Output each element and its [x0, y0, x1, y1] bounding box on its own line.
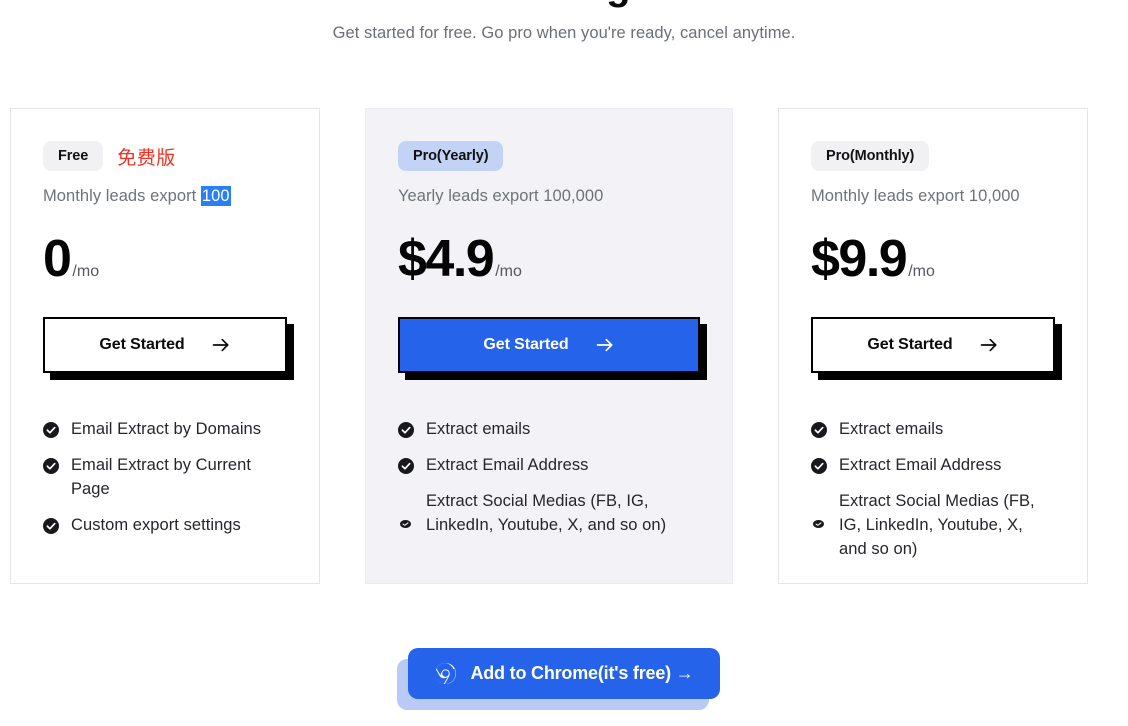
feature-label: Extract emails — [426, 420, 531, 438]
plan-quota: Monthly leads export 100 — [43, 186, 287, 206]
plan-price-amount: 0 — [43, 230, 72, 288]
plan-quota: Yearly leads export 100,000 — [398, 187, 700, 206]
feature-label: Email Extract by Domains — [71, 420, 262, 438]
feature-label: Custom export settings — [71, 516, 241, 534]
plan-price-period: /mo — [908, 263, 935, 280]
list-item: Extract emails — [398, 417, 700, 441]
add-to-chrome-button[interactable]: Add to Chrome(it's free) → — [408, 648, 720, 699]
plan-cta-wrap: Get Started — [43, 317, 287, 373]
arrow-right-icon — [211, 335, 231, 355]
get-started-label: Get Started — [483, 336, 569, 353]
check-circle-icon — [400, 511, 411, 528]
pricing-header: Pricing Get started for free. Go pro whe… — [0, 0, 1128, 43]
plan-badge-row: Pro(Monthly) — [811, 141, 1055, 171]
list-item: Custom export settings — [43, 513, 287, 537]
get-started-button[interactable]: Get Started — [811, 317, 1055, 373]
chrome-icon — [434, 662, 457, 685]
plan-price: 0/mo — [43, 233, 287, 293]
plan-quota-text: Monthly leads export 10,000 — [811, 187, 1020, 205]
list-item: Extract Email Address — [398, 453, 700, 477]
arrow-right-icon — [595, 335, 615, 355]
plan-cta-wrap: Get Started — [398, 317, 700, 373]
page-subtitle: Get started for free. Go pro when you're… — [332, 24, 796, 42]
arrow-right-icon — [979, 335, 999, 355]
check-circle-icon — [811, 457, 827, 474]
get-started-button[interactable]: Get Started — [43, 317, 287, 373]
page-title: Pricing — [0, 0, 1128, 6]
check-circle-icon — [813, 511, 824, 528]
pricing-card-free: Free 免费版 Monthly leads export 100 0/mo Get S… — [10, 108, 320, 584]
plan-badge-cn-label: 免费版 — [117, 147, 176, 169]
plan-badge: Pro(Monthly) — [811, 141, 930, 171]
plan-quota-text: Monthly leads export — [43, 187, 201, 205]
plan-price-period: /mo — [495, 263, 522, 280]
plan-feature-list: Extract emails Extract Email Address Extra… — [811, 417, 1055, 561]
list-item: Extract Social Medias (FB, IG, LinkedIn,… — [811, 489, 1055, 561]
plan-cta-wrap: Get Started — [811, 317, 1055, 373]
plan-quota-selected-text: 100 — [200, 186, 231, 206]
plan-badge-row: Pro(Yearly) — [398, 141, 700, 171]
pricing-card-pro-monthly: Pro(Monthly) Monthly leads export 10,000 $… — [778, 108, 1088, 584]
get-started-label: Get Started — [867, 336, 953, 353]
plan-quota-text: Yearly leads export 100,000 — [398, 187, 604, 205]
plan-price: $9.9/mo — [811, 233, 1055, 293]
plan-feature-list: Email Extract by Domains Email Extract by… — [43, 417, 287, 537]
check-circle-icon — [43, 457, 59, 474]
feature-label: Extract Social Medias (FB, IG, LinkedIn,… — [426, 492, 667, 534]
check-circle-icon — [811, 421, 827, 438]
list-item: Extract Social Medias (FB, IG, LinkedIn,… — [398, 489, 700, 537]
plan-price-period: /mo — [72, 263, 100, 280]
feature-label: Extract Email Address — [426, 456, 589, 474]
bottom-cta-area: Add to Chrome(it's free) → — [0, 648, 1128, 699]
check-circle-icon — [43, 517, 59, 534]
plan-badge: Pro(Yearly) — [398, 141, 504, 171]
feature-label: Extract emails — [839, 420, 944, 438]
plan-quota: Monthly leads export 10,000 — [811, 187, 1055, 206]
plan-badge: Free — [43, 141, 104, 171]
get-started-label: Get Started — [99, 336, 185, 353]
plan-price-amount: $9.9 — [811, 230, 908, 288]
add-to-chrome-label: Add to Chrome(it's free) → — [470, 663, 694, 683]
plan-feature-list: Extract emails Extract Email Address Extra… — [398, 417, 700, 537]
pricing-card-pro-yearly: Pro(Yearly) Yearly leads export 100,000 $4… — [365, 108, 733, 584]
feature-label: Extract Social Medias (FB, IG, LinkedIn,… — [839, 492, 1035, 558]
list-item: Extract Email Address — [811, 453, 1055, 477]
plan-price-amount: $4.9 — [398, 230, 495, 288]
feature-label: Email Extract by Current Page — [71, 456, 252, 498]
check-circle-icon — [398, 457, 414, 474]
list-item: Extract emails — [811, 417, 1055, 441]
plan-badge-row: Free 免费版 — [43, 141, 287, 171]
pricing-cards: Free 免费版 Monthly leads export 100 0/mo Get S… — [10, 108, 1118, 584]
page-title-clipped: Pricing — [0, 0, 1128, 14]
list-item: Email Extract by Domains — [43, 417, 287, 441]
check-circle-icon — [398, 421, 414, 438]
list-item: Email Extract by Current Page — [43, 453, 287, 501]
check-circle-icon — [43, 421, 59, 438]
plan-price: $4.9/mo — [398, 233, 700, 293]
get-started-button[interactable]: Get Started — [398, 317, 700, 373]
feature-label: Extract Email Address — [839, 456, 1002, 474]
